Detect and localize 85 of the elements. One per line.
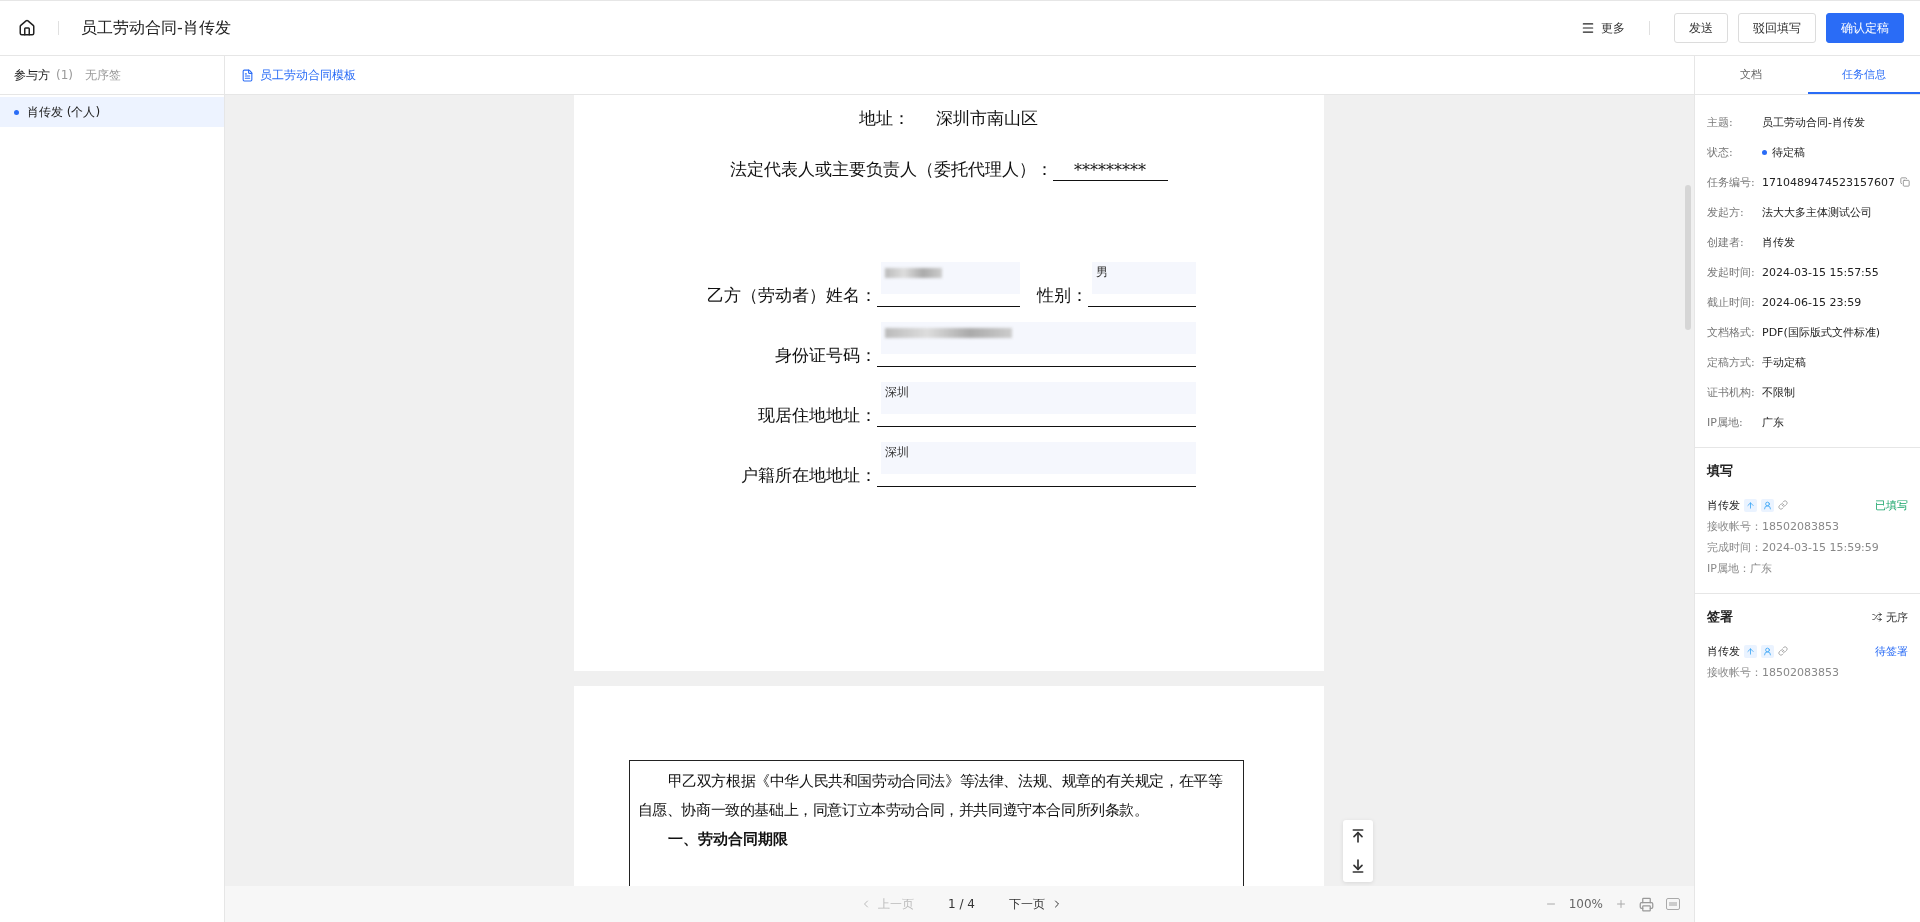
info-value: 待定稿 <box>1772 144 1805 160</box>
detail-text: 接收帐号：18502083853 <box>1707 519 1840 535</box>
representative-value: ********* <box>1052 161 1168 181</box>
fill-in-value: 男 <box>1091 262 1196 294</box>
contract-paragraph: 甲乙双方根据《中华人民共和国劳动合同法》等法律、法规、规章的有关规定，在平等自愿、协商一致的基础上，同意订立本劳动合同，并共同遵守本合同所列条款。 <box>637 771 1224 821</box>
download-icon[interactable] <box>1350 858 1366 874</box>
person-status: 已填写 <box>1875 497 1908 513</box>
info-label: 状态: <box>1707 144 1734 160</box>
detail-text: IP属地：广东 <box>1707 561 1773 577</box>
action-button[interactable]: 驳回填写 <box>1738 13 1816 43</box>
info-label: 任务编号: <box>1707 174 1756 190</box>
page-number: 1 / 4 <box>948 897 975 911</box>
field-label: 法定代表人或主要负责人（委托代理人）： <box>729 158 1053 181</box>
info-label: 定稿方式: <box>1707 354 1756 370</box>
signing-mode: 无序签 <box>85 66 121 84</box>
field-label: 乙方（劳动者）姓名： <box>705 284 877 307</box>
person-name: 肖传发 <box>1707 497 1740 513</box>
participant-count: (1) <box>56 68 73 82</box>
detail-text: 接收帐号：18502083853 <box>1707 665 1840 681</box>
file-link[interactable]: 员工劳动合同模板 <box>260 66 356 84</box>
fill-in-line[interactable]: 男 <box>1087 262 1196 307</box>
next-page-button[interactable]: 下一页 <box>1002 894 1051 914</box>
scroll-top-icon[interactable] <box>1350 828 1366 844</box>
arrow-up-icon <box>1744 498 1757 512</box>
signing-order: 无序 <box>1886 609 1908 625</box>
info-label: 文档格式: <box>1707 324 1756 340</box>
section-heading: 一、劳动合同期限 <box>666 829 789 850</box>
info-label: IP属地: <box>1707 414 1744 430</box>
info-label: 发起方: <box>1707 204 1745 220</box>
person-name: 肖传发 <box>1707 643 1740 659</box>
panel-tab[interactable]: 文档 <box>1695 56 1808 94</box>
user-icon <box>1761 498 1774 512</box>
action-button[interactable]: 发送 <box>1674 13 1728 43</box>
copy-icon[interactable] <box>1900 177 1910 187</box>
fill-in-value: 深圳 <box>880 442 1196 474</box>
fill-in-value: 深圳 <box>880 382 1196 414</box>
info-label: 创建者: <box>1707 234 1745 250</box>
info-value: 不限制 <box>1762 384 1795 400</box>
confirm-button[interactable]: 确认定稿 <box>1826 13 1904 43</box>
person-status: 待签署 <box>1875 643 1908 659</box>
fill-in-line[interactable] <box>876 322 1196 367</box>
print-icon[interactable] <box>1639 896 1654 912</box>
info-value: PDF(国际版式文件标准) <box>1762 324 1880 340</box>
info-value: 1710489474523157607 <box>1762 175 1895 189</box>
zoom-level: 100% <box>1568 897 1603 911</box>
participants-title: 参与方 <box>14 66 50 84</box>
info-value: 肖传发 <box>1762 234 1795 250</box>
address-text: 深圳市南山区 <box>936 107 1038 130</box>
redacted-text <box>884 268 942 278</box>
info-value: 广东 <box>1762 414 1784 430</box>
shuffle-icon <box>1872 612 1882 622</box>
info-label: 截止时间: <box>1707 294 1756 310</box>
user-icon <box>1761 644 1774 658</box>
zoom-in-icon[interactable] <box>1615 898 1627 910</box>
field-label: 性别： <box>1035 284 1088 307</box>
info-value: 法大大多主体测试公司 <box>1762 204 1872 220</box>
quality-icon[interactable] <box>1666 898 1680 910</box>
menu-icon[interactable] <box>1581 21 1595 35</box>
arrow-up-icon <box>1744 644 1757 658</box>
field-label: 户籍所在地地址： <box>739 464 877 487</box>
info-value: 2024-03-15 15:57:55 <box>1762 265 1879 279</box>
section-title: 填写 <box>1707 462 1733 480</box>
info-value: 员工劳动合同-肖传发 <box>1762 114 1865 130</box>
scrollbar[interactable] <box>1685 185 1691 330</box>
panel-tab[interactable]: 任务信息 <box>1807 56 1920 94</box>
home-icon[interactable] <box>18 19 36 37</box>
more-button[interactable]: 更多 <box>1595 18 1631 38</box>
document-title: 员工劳动合同-肖传发 <box>81 17 231 39</box>
participant-item[interactable]: 肖传发 (个人) <box>0 97 224 127</box>
link-icon[interactable] <box>1778 500 1788 510</box>
info-label: 发起时间: <box>1707 264 1756 280</box>
info-label: 证书机构: <box>1707 384 1756 400</box>
info-value: 手动定稿 <box>1762 354 1806 370</box>
fill-in-line[interactable]: 深圳 <box>876 442 1196 487</box>
fill-in-line[interactable] <box>876 262 1020 307</box>
info-value: 2024-06-15 23:59 <box>1762 295 1862 309</box>
field-label: 地址： <box>859 107 910 130</box>
field-label: 身份证号码： <box>773 344 877 367</box>
section-title: 签署 <box>1707 608 1733 626</box>
fill-in-line[interactable]: 深圳 <box>876 382 1196 427</box>
info-label: 主题: <box>1707 114 1734 130</box>
detail-text: 完成时间：2024-03-15 15:59:59 <box>1707 540 1880 556</box>
field-label: 现居住地地址： <box>756 404 877 427</box>
file-icon <box>241 68 254 82</box>
link-icon[interactable] <box>1778 646 1788 656</box>
